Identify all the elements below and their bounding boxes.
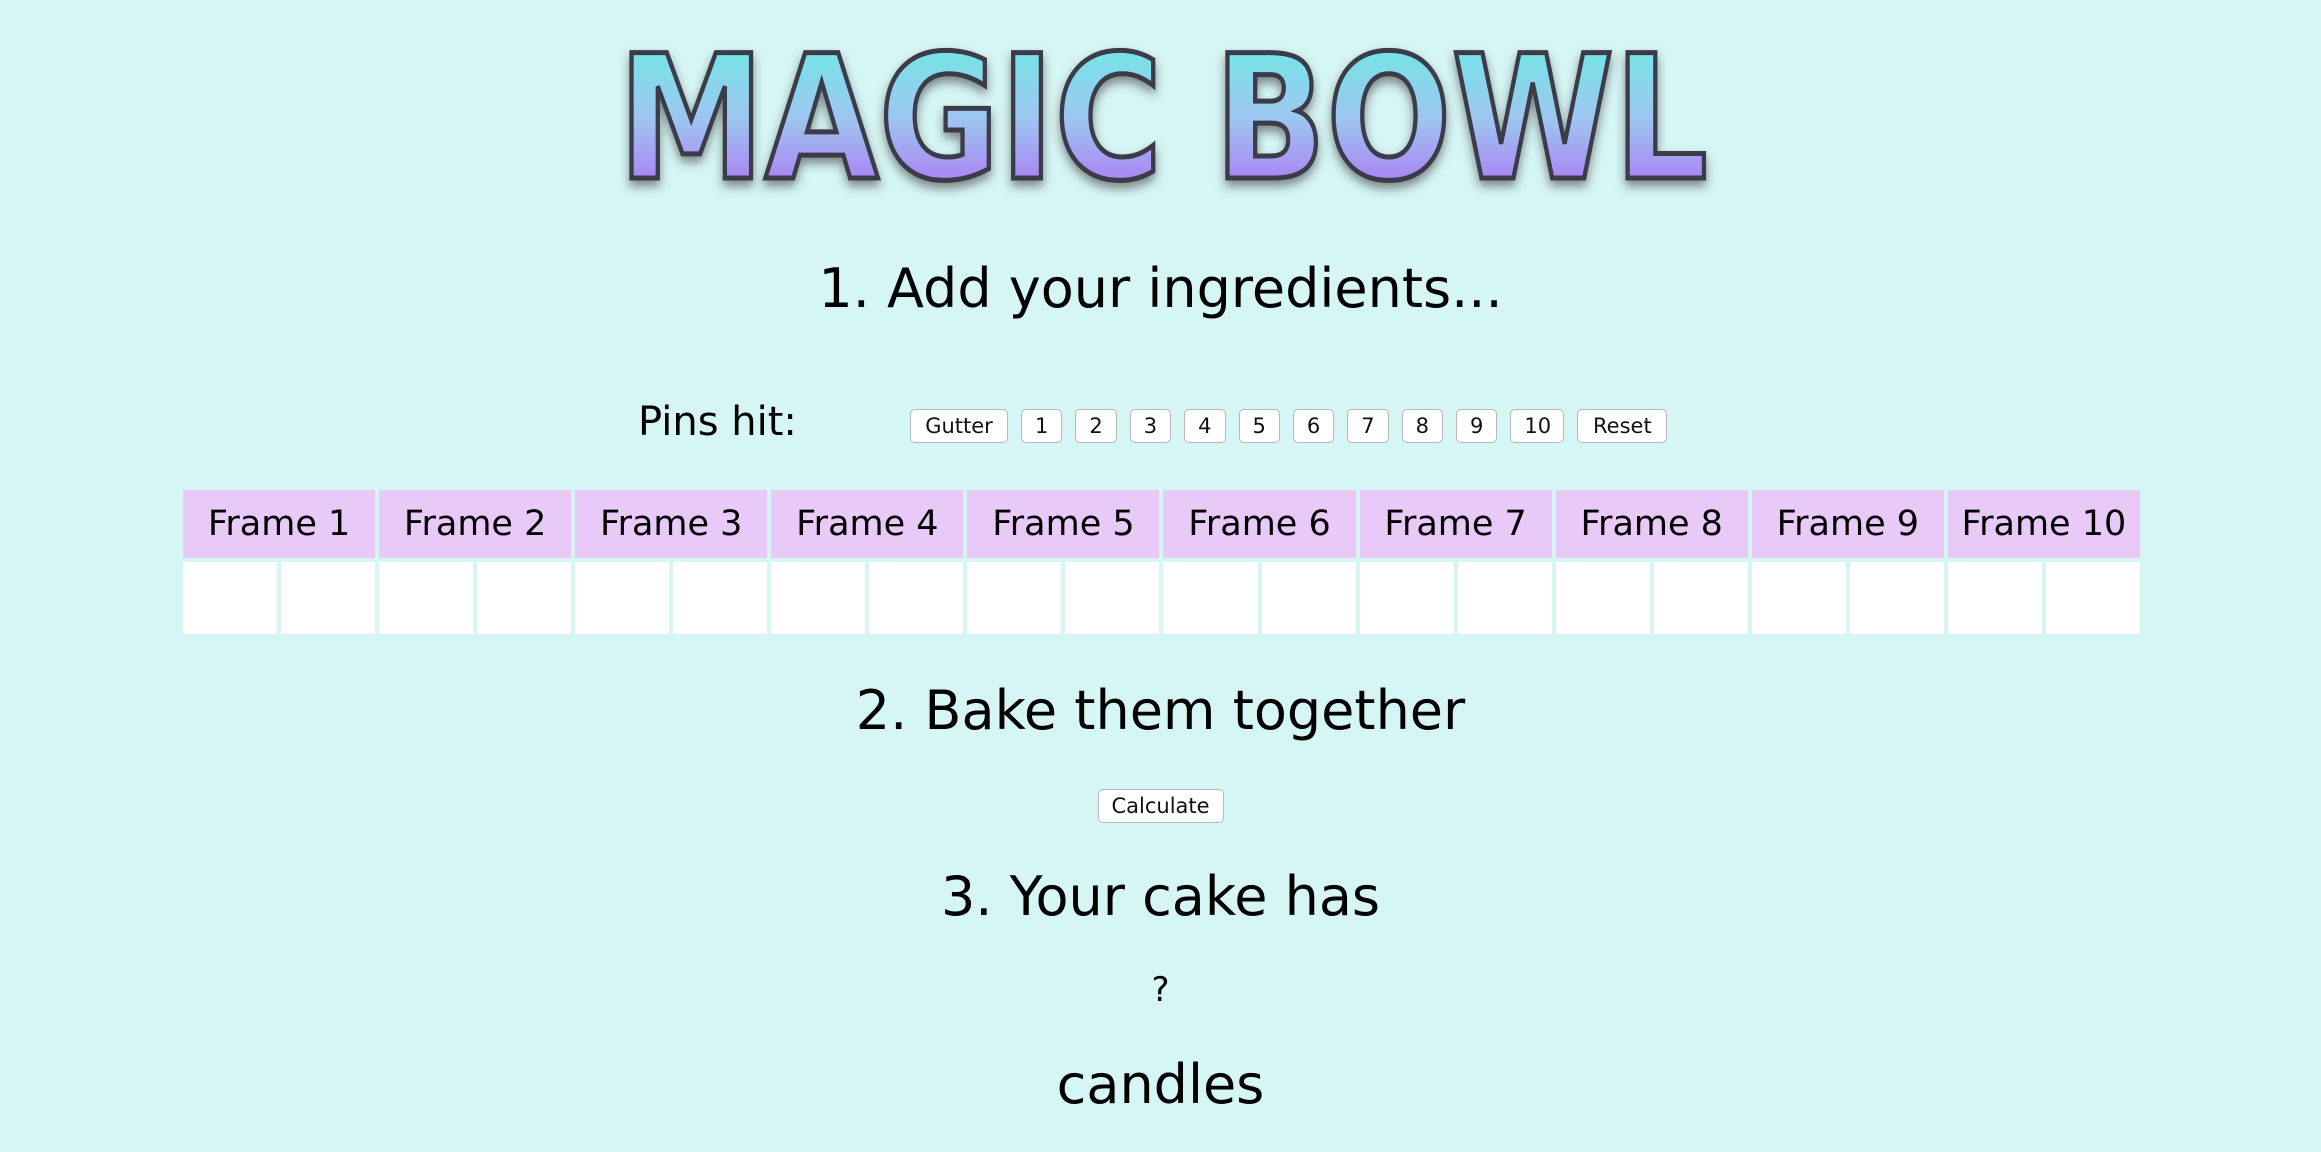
roll-cell (967, 562, 1062, 634)
pin-3-button[interactable]: 3 (1129, 409, 1172, 443)
frame-header: Frame 2 (379, 490, 572, 558)
calculate-wrapper: Calculate (0, 789, 2321, 823)
gutter-button[interactable]: Gutter (910, 409, 1008, 443)
pin-10-button[interactable]: 10 (1510, 409, 1565, 443)
magic-bowl-logo: MAGIC BOWL (616, 20, 1711, 200)
roll-cell (673, 562, 768, 634)
roll-cell (477, 562, 572, 634)
roll-cell (1653, 562, 1748, 634)
pin-7-button[interactable]: 7 (1347, 409, 1389, 443)
score-result: ? (1151, 970, 1170, 1010)
pin-1-button[interactable]: 1 (1021, 409, 1063, 443)
step-1-heading: 1. Add your ingredients... (818, 257, 1503, 320)
pin-buttons: Gutter 1 2 3 4 5 6 7 8 9 10 Reset (910, 409, 1668, 443)
roll-cell (1261, 562, 1356, 634)
logo-text: MAGIC BOWL (618, 20, 1708, 200)
frame-header: Frame 6 (1163, 490, 1356, 558)
roll-cells (183, 562, 2140, 634)
roll-cell (869, 562, 964, 634)
pin-2-button[interactable]: 2 (1075, 409, 1117, 443)
roll-cell (1555, 562, 1650, 634)
roll-cell (771, 562, 866, 634)
candles-label: candles (1056, 1053, 1265, 1116)
page: MAGIC BOWL 1. Add your ingredients... Pi… (0, 0, 2321, 1152)
pin-5-button[interactable]: 5 (1238, 409, 1280, 443)
roll-cell (1947, 562, 2042, 634)
roll-cell (2045, 562, 2140, 634)
pins-hit-label: Pins hit: (638, 399, 797, 445)
frame-header: Frame 1 (183, 490, 376, 558)
roll-cell (183, 562, 278, 634)
roll-cell (281, 562, 376, 634)
roll-cell (1163, 562, 1258, 634)
step-3-heading: 3. Your cake has (940, 865, 1381, 928)
roll-cell (1849, 562, 1944, 634)
pin-8-button[interactable]: 8 (1401, 409, 1443, 443)
frame-header: Frame 8 (1555, 490, 1748, 558)
pin-9-button[interactable]: 9 (1456, 409, 1498, 443)
frame-header: Frame 3 (575, 490, 768, 558)
roll-cell (1751, 562, 1846, 634)
frame-header: Frame 5 (967, 490, 1160, 558)
scorecard: Frame 1 Frame 2 Frame 3 Frame 4 Frame 5 … (183, 490, 2140, 634)
roll-cell (1359, 562, 1454, 634)
frame-headers: Frame 1 Frame 2 Frame 3 Frame 4 Frame 5 … (183, 490, 2140, 558)
roll-cell (575, 562, 670, 634)
frame-header: Frame 7 (1359, 490, 1552, 558)
roll-cell (379, 562, 474, 634)
pin-4-button[interactable]: 4 (1184, 409, 1226, 443)
calculate-button[interactable]: Calculate (1097, 789, 1224, 823)
step-2-heading: 2. Bake them together (855, 679, 1466, 742)
reset-button[interactable]: Reset (1577, 409, 1668, 443)
pin-6-button[interactable]: 6 (1292, 409, 1335, 443)
frame-header: Frame 4 (771, 490, 964, 558)
roll-cell (1457, 562, 1552, 634)
roll-cell (1065, 562, 1160, 634)
frame-header: Frame 9 (1751, 490, 1944, 558)
frame-header: Frame 10 (1947, 490, 2140, 558)
